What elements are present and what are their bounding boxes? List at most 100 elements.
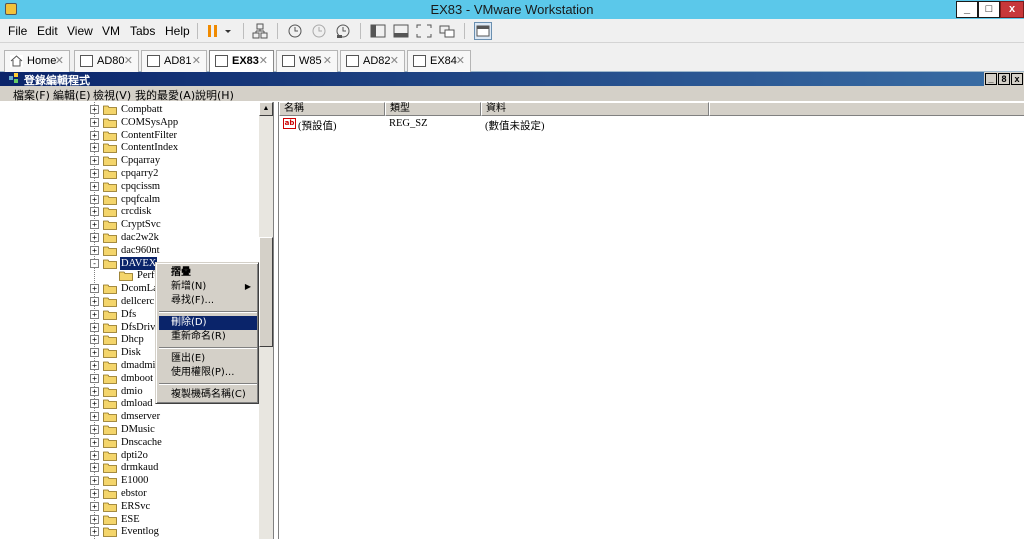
string-value-icon: ab bbox=[283, 118, 296, 129]
expand-icon[interactable]: + bbox=[90, 489, 99, 498]
expand-icon[interactable]: + bbox=[90, 348, 99, 358]
close-tab-icon[interactable]: ✕ bbox=[192, 54, 201, 67]
restore-button[interactable]: □ bbox=[978, 1, 1000, 18]
expand-icon[interactable]: + bbox=[90, 117, 99, 127]
snapshot-icon[interactable] bbox=[287, 23, 303, 39]
tree-node-label: dmserver bbox=[121, 411, 161, 423]
expand-icon[interactable]: + bbox=[90, 463, 99, 473]
column-header-data[interactable]: 資料 bbox=[481, 102, 709, 116]
list-item[interactable]: ab (預設值) REG_SZ (數值未設定) bbox=[279, 117, 1024, 132]
expand-icon[interactable]: + bbox=[90, 194, 99, 204]
expand-icon[interactable]: + bbox=[90, 476, 99, 486]
menu-tabs[interactable]: Tabs bbox=[130, 24, 155, 38]
expand-icon[interactable]: + bbox=[90, 233, 99, 242]
snapshot-manager-icon[interactable] bbox=[335, 23, 351, 39]
expand-icon[interactable]: + bbox=[90, 501, 99, 511]
close-tab-icon[interactable]: ✕ bbox=[390, 54, 399, 67]
ctx-permissions[interactable]: 使用權限(P)... bbox=[159, 366, 257, 380]
pause-icon[interactable] bbox=[205, 23, 221, 39]
regedit-minimize-button[interactable]: _ bbox=[985, 73, 997, 85]
full-screen-icon[interactable] bbox=[416, 23, 432, 39]
expand-icon[interactable]: + bbox=[90, 130, 99, 140]
expand-icon[interactable]: + bbox=[90, 322, 99, 332]
regedit-menu-view[interactable]: 檢視(V) bbox=[93, 87, 131, 103]
expand-icon[interactable]: + bbox=[90, 220, 99, 230]
minimize-button[interactable]: _ bbox=[956, 1, 978, 18]
menu-file[interactable]: File bbox=[8, 24, 27, 38]
tab-ex84[interactable]: EX84 ✕ bbox=[407, 50, 471, 72]
tab-ad80[interactable]: AD80 ✕ bbox=[74, 50, 139, 72]
column-header-type[interactable]: 類型 bbox=[385, 102, 481, 116]
tab-ex83[interactable]: EX83 ✕ bbox=[209, 50, 274, 73]
regedit-menu-edit[interactable]: 編輯(E) bbox=[53, 87, 91, 103]
regedit-close-button[interactable]: x bbox=[1011, 73, 1023, 85]
expand-icon[interactable]: + bbox=[90, 399, 99, 409]
scrollbar-thumb[interactable] bbox=[259, 237, 273, 347]
close-button[interactable]: x bbox=[1000, 1, 1024, 18]
expand-icon[interactable]: + bbox=[90, 284, 99, 294]
console-view-icon[interactable] bbox=[474, 22, 492, 40]
tree-node-label: dmload bbox=[121, 398, 153, 410]
column-header-name[interactable]: 名稱 bbox=[279, 102, 385, 116]
tab-label: W85 bbox=[299, 55, 322, 67]
expand-icon[interactable]: + bbox=[90, 412, 99, 422]
close-tab-icon[interactable]: ✕ bbox=[323, 54, 332, 67]
expand-icon[interactable]: + bbox=[90, 105, 99, 114]
ctx-collapse[interactable]: 摺疊 bbox=[159, 266, 257, 280]
expand-icon[interactable]: + bbox=[90, 335, 99, 345]
expand-icon[interactable]: + bbox=[90, 373, 99, 383]
expand-icon[interactable]: + bbox=[90, 386, 99, 396]
menu-vm[interactable]: VM bbox=[102, 24, 120, 38]
regedit-menu-favorites[interactable]: 我的最愛(A) bbox=[135, 87, 195, 103]
close-tab-icon[interactable]: ✕ bbox=[259, 54, 268, 67]
menu-edit[interactable]: Edit bbox=[37, 24, 58, 38]
close-tab-icon[interactable]: ✕ bbox=[55, 54, 64, 67]
unity-icon[interactable] bbox=[439, 23, 455, 39]
expand-icon[interactable]: + bbox=[90, 169, 99, 178]
regedit-menu-help[interactable]: 說明(H) bbox=[195, 87, 234, 103]
ctx-delete[interactable]: 刪除(D) bbox=[159, 316, 257, 330]
tree-node-label: Disk bbox=[121, 347, 141, 359]
expand-icon[interactable]: + bbox=[90, 309, 99, 319]
expand-icon[interactable]: + bbox=[90, 437, 99, 447]
expand-icon[interactable]: + bbox=[90, 143, 99, 153]
ctx-new[interactable]: 新增(N) ▶ bbox=[159, 280, 257, 294]
expand-icon[interactable]: + bbox=[90, 514, 99, 524]
regedit-menu-file[interactable]: 檔案(F) bbox=[13, 87, 50, 103]
collapse-icon[interactable]: - bbox=[90, 258, 99, 268]
sidebar-view-icon[interactable] bbox=[370, 23, 386, 39]
registry-values-list[interactable]: 名稱 類型 資料 ab (預設值) REG_SZ (數值未設定) bbox=[278, 102, 1024, 539]
expand-icon[interactable]: + bbox=[90, 425, 99, 434]
expand-icon[interactable]: + bbox=[90, 527, 99, 537]
ctx-find[interactable]: 尋找(F)... bbox=[159, 294, 257, 308]
expand-icon[interactable]: + bbox=[90, 245, 99, 255]
revert-snapshot-icon[interactable] bbox=[311, 23, 327, 39]
regedit-restore-button[interactable]: 8 bbox=[998, 73, 1010, 85]
tree-node-label: cpqfcalm bbox=[121, 193, 161, 205]
tab-ad81[interactable]: AD81 ✕ bbox=[141, 50, 207, 72]
menu-help[interactable]: Help bbox=[165, 24, 190, 38]
scroll-up-arrow-icon[interactable]: ▲ bbox=[259, 102, 273, 116]
expand-icon[interactable]: + bbox=[90, 361, 99, 370]
tab-ad82[interactable]: AD82 ✕ bbox=[340, 50, 405, 72]
expand-icon[interactable]: + bbox=[90, 181, 99, 191]
network-icon[interactable] bbox=[252, 23, 268, 39]
ctx-copy-key-name[interactable]: 複製機碼名稱(C) bbox=[159, 388, 257, 402]
tab-w85[interactable]: W85 ✕ bbox=[276, 50, 338, 72]
menu-view[interactable]: View bbox=[67, 24, 93, 38]
close-tab-icon[interactable]: ✕ bbox=[456, 54, 465, 67]
chevron-down-icon[interactable] bbox=[223, 23, 233, 39]
close-tab-icon[interactable]: ✕ bbox=[124, 54, 133, 67]
value-data: (數值未設定) bbox=[485, 121, 545, 132]
expand-icon[interactable]: + bbox=[90, 450, 99, 460]
thumbnail-view-icon[interactable] bbox=[393, 23, 409, 39]
tab-home[interactable]: Home ✕ bbox=[4, 50, 70, 72]
tree-node-label: dpti2o bbox=[121, 449, 148, 461]
tab-label: AD80 bbox=[97, 55, 125, 67]
expand-icon[interactable]: + bbox=[90, 297, 99, 306]
ctx-rename[interactable]: 重新命名(R) bbox=[159, 330, 257, 344]
expand-icon[interactable]: + bbox=[90, 156, 99, 166]
ctx-export[interactable]: 匯出(E) bbox=[159, 352, 257, 366]
folder-icon bbox=[103, 220, 117, 231]
expand-icon[interactable]: + bbox=[90, 207, 99, 217]
